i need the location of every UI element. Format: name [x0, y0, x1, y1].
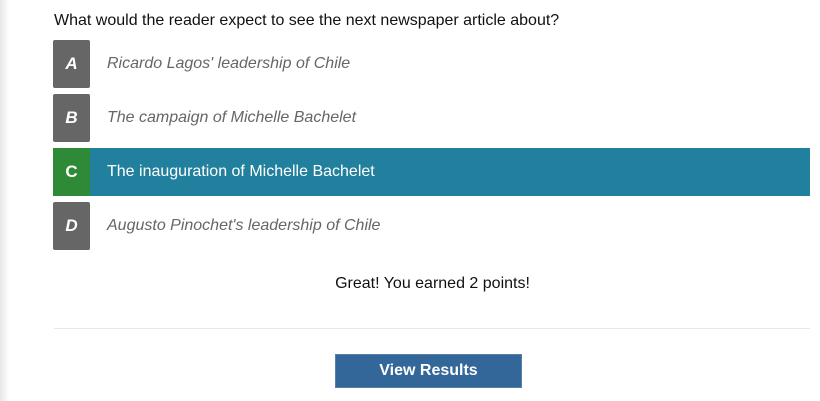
feedback-message: Great! You earned 2 points! — [335, 275, 530, 292]
option-letter: B — [53, 94, 90, 142]
view-results-button[interactable]: View Results — [335, 354, 522, 388]
option-letter: A — [53, 40, 90, 88]
option-a[interactable]: A Ricardo Lagos' leadership of Chile — [53, 40, 810, 88]
option-letter: D — [53, 202, 90, 250]
option-b[interactable]: B The campaign of Michelle Bachelet — [53, 94, 810, 142]
option-label: Ricardo Lagos' leadership of Chile — [107, 55, 351, 72]
divider — [54, 328, 810, 329]
question-text: What would the reader expect to see the … — [54, 12, 560, 29]
left-shadow — [0, 0, 10, 401]
option-d[interactable]: D Augusto Pinochet's leadership of Chile — [53, 202, 810, 250]
option-label: The inauguration of Michelle Bachelet — [107, 163, 375, 180]
option-label: The campaign of Michelle Bachelet — [107, 109, 357, 126]
option-letter: C — [53, 148, 90, 196]
option-label: Augusto Pinochet's leadership of Chile — [107, 217, 381, 234]
option-c-selected[interactable]: C The inauguration of Michelle Bachelet — [53, 148, 810, 196]
